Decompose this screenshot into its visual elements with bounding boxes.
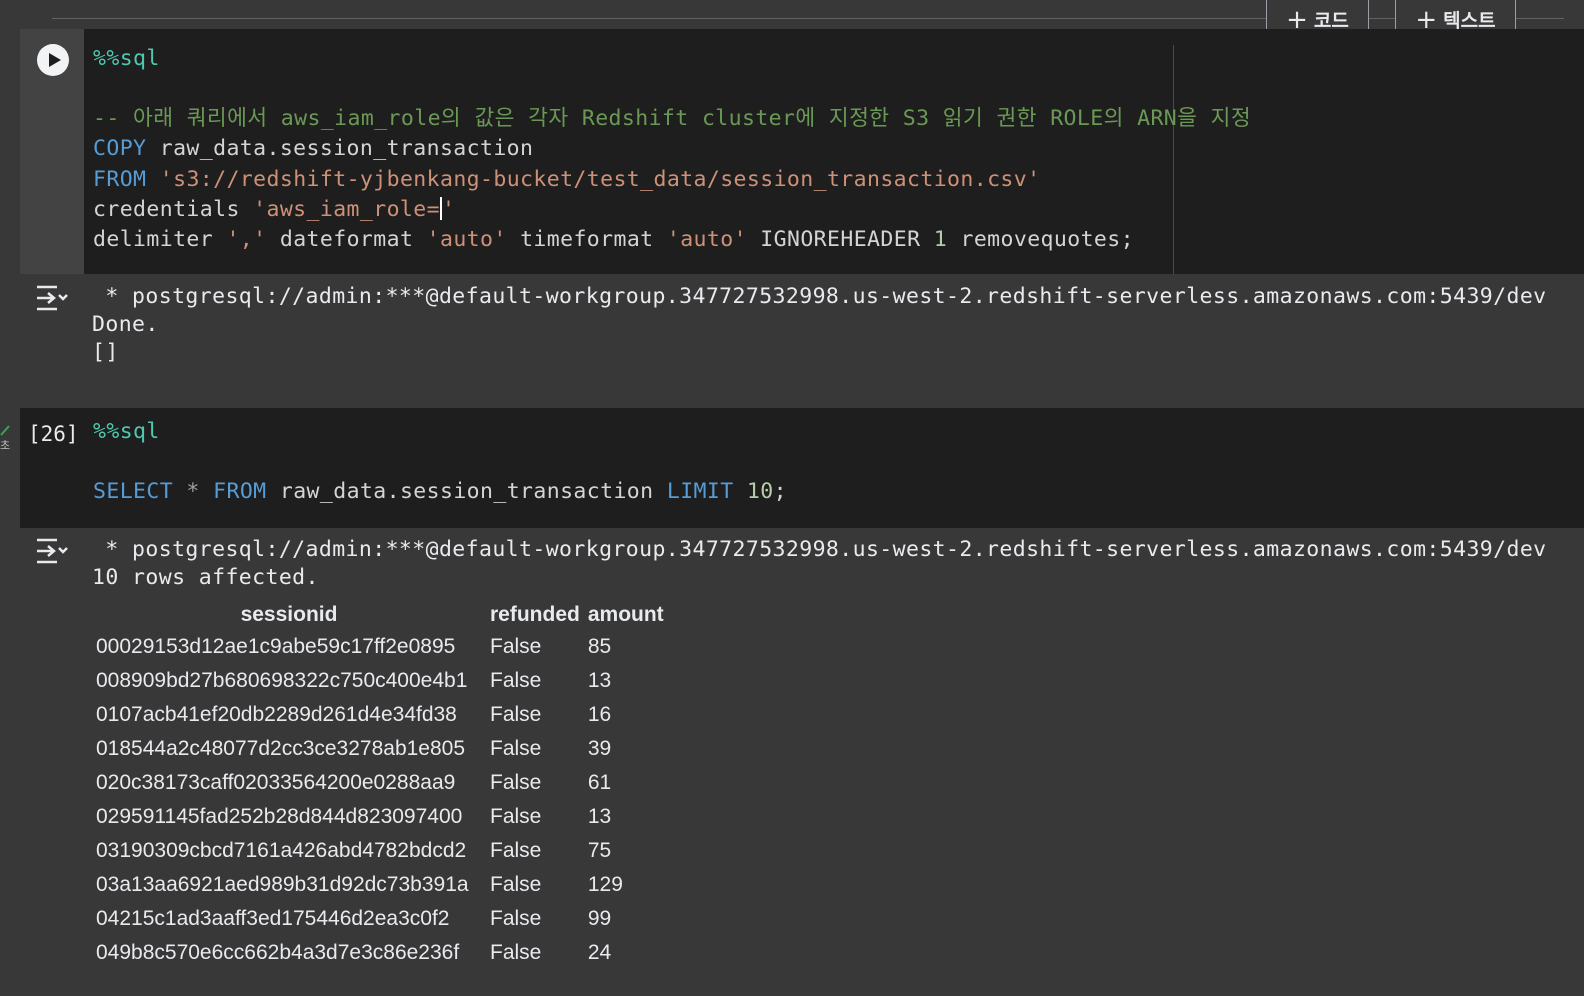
code-line[interactable]: %%sql — [93, 417, 160, 447]
code-line[interactable]: SELECT * FROM raw_data.session_transacti… — [93, 477, 787, 507]
sql-magic: %%sql — [93, 419, 160, 444]
column-header: amount — [587, 603, 664, 626]
amount-cell: 39 — [587, 737, 612, 760]
run-cell-button[interactable] — [37, 44, 69, 76]
output-actions-icon[interactable] — [35, 283, 69, 313]
sessionid-cell: 029591145fad252b28d844d823097400 — [96, 805, 463, 828]
identifier: raw_data.session_transaction — [146, 136, 534, 161]
execution-count: [26] — [28, 422, 79, 446]
string-literal: 'auto' — [666, 227, 747, 252]
table-row: 029591145fad252b28d844d823097400 False 13 — [92, 800, 668, 834]
refunded-cell: False — [490, 771, 542, 794]
table-row: 018544a2c48077d2cc3ce3278ab1e805 False 39 — [92, 732, 668, 766]
table-row: 03190309cbcd7161a426abd4782bdcd2 False 75 — [92, 834, 668, 868]
punctuation: ; — [773, 479, 787, 504]
string-literal: 's3://redshift-yjbenkang-bucket/test_dat… — [159, 167, 1041, 192]
result-table: sessionid refunded amount 00029153d12ae1… — [92, 600, 668, 970]
output-status: Done. — [92, 312, 159, 337]
sessionid-cell: 04215c1ad3aaff3ed175446d2ea3c0f2 — [96, 907, 450, 930]
refunded-cell: False — [490, 907, 542, 930]
string-literal: 'aws_iam_role= — [253, 197, 440, 222]
keyword: SELECT — [93, 479, 174, 504]
sessionid-cell: 049b8c570e6cc662b4a3d7e3c86e236f — [96, 941, 460, 964]
identifier: credentials — [93, 197, 254, 222]
amount-cell: 24 — [587, 941, 612, 964]
keyword: COPY — [93, 136, 147, 161]
refunded-cell: False — [490, 737, 542, 760]
keyword: FROM — [213, 479, 267, 504]
column-header: refunded — [490, 603, 580, 626]
table-header-row: sessionid refunded amount — [92, 600, 668, 630]
amount-cell: 75 — [587, 839, 612, 862]
code-line[interactable]: -- 아래 쿼리에서 aws_iam_role의 값은 각자 Redshift … — [93, 104, 1251, 134]
identifier: dateformat — [266, 227, 427, 252]
sessionid-cell: 020c38173caff02033564200e0288aa9 — [96, 771, 456, 794]
code-line[interactable]: FROM 's3://redshift-yjbenkang-bucket/tes… — [93, 165, 1040, 195]
number-literal: 10 — [733, 479, 774, 504]
code-line[interactable]: credentials 'aws_iam_role=' — [93, 195, 455, 225]
keyword: LIMIT — [666, 479, 734, 504]
string-literal: ',' — [226, 227, 267, 252]
sql-magic: %%sql — [93, 46, 160, 71]
refunded-cell: False — [490, 669, 542, 692]
amount-cell: 129 — [587, 873, 623, 896]
keyword: FROM — [93, 167, 147, 192]
output-actions-icon[interactable] — [35, 536, 69, 566]
editor-ruler — [1173, 45, 1174, 274]
code-line[interactable]: %%sql — [93, 44, 160, 74]
amount-cell: 61 — [587, 771, 612, 794]
sessionid-cell: 03a13aa6921aed989b31d92dc73b391a — [96, 873, 469, 896]
amount-cell: 99 — [587, 907, 612, 930]
code-cell-editor[interactable] — [20, 408, 1584, 528]
table-row: 0107acb41ef20db2289d261d4e34fd38 False 16 — [92, 698, 668, 732]
refunded-cell: False — [490, 635, 542, 658]
identifier: raw_data.session_transaction — [266, 479, 667, 504]
sessionid-cell: 03190309cbcd7161a426abd4782bdcd2 — [96, 839, 467, 862]
code-comment: -- 아래 쿼리에서 aws_iam_role의 값은 각자 Redshift … — [93, 106, 1252, 131]
refunded-cell: False — [490, 839, 542, 862]
execution-status-icon: 초 — [0, 425, 10, 452]
refunded-cell: False — [490, 873, 542, 896]
table-row: 00029153d12ae1c9abe59c17ff2e0895 False 85 — [92, 630, 668, 664]
number-literal: 1 — [933, 227, 948, 252]
string-literal: 'auto' — [426, 227, 507, 252]
identifier: delimiter — [93, 227, 227, 252]
sessionid-cell: 00029153d12ae1c9abe59c17ff2e0895 — [96, 635, 456, 658]
table-row: 008909bd27b680698322c750c400e4b1 False 13 — [92, 664, 668, 698]
code-line[interactable]: delimiter ',' dateformat 'auto' timeform… — [93, 225, 1134, 255]
table-row: 04215c1ad3aaff3ed175446d2ea3c0f2 False 99 — [92, 902, 668, 936]
amount-cell: 13 — [587, 805, 612, 828]
sessionid-cell: 018544a2c48077d2cc3ce3278ab1e805 — [96, 737, 466, 760]
refunded-cell: False — [490, 941, 542, 964]
sessionid-cell: 0107acb41ef20db2289d261d4e34fd38 — [96, 703, 457, 726]
table-row: 03a13aa6921aed989b31d92dc73b391a False 129 — [92, 868, 668, 902]
table-body: 00029153d12ae1c9abe59c17ff2e0895 False 85 0… — [92, 630, 668, 970]
identifier: IGNOREHEADER — [746, 227, 934, 252]
table-row: 049b8c570e6cc662b4a3d7e3c86e236f False 24 — [92, 936, 668, 970]
identifier: removequotes; — [947, 227, 1134, 252]
table-row: 020c38173caff02033564200e0288aa9 False 61 — [92, 766, 668, 800]
connection-string: * postgresql://admin:***@default-workgro… — [92, 537, 1547, 562]
amount-cell: 16 — [587, 703, 612, 726]
execution-time-label: 초 — [0, 439, 10, 452]
refunded-cell: False — [490, 805, 542, 828]
amount-cell: 85 — [587, 635, 612, 658]
output-status: 10 rows affected. — [92, 565, 319, 590]
sessionid-cell: 008909bd27b680698322c750c400e4b1 — [96, 669, 468, 692]
string-literal: ' — [441, 197, 456, 222]
operator: * — [173, 479, 214, 504]
connection-string: * postgresql://admin:***@default-workgro… — [92, 284, 1547, 309]
code-line[interactable]: COPY raw_data.session_transaction — [93, 134, 533, 164]
output-result: [] — [92, 340, 119, 365]
amount-cell: 13 — [587, 669, 612, 692]
refunded-cell: False — [490, 703, 542, 726]
column-header: sessionid — [240, 603, 338, 626]
identifier: timeformat — [506, 227, 667, 252]
